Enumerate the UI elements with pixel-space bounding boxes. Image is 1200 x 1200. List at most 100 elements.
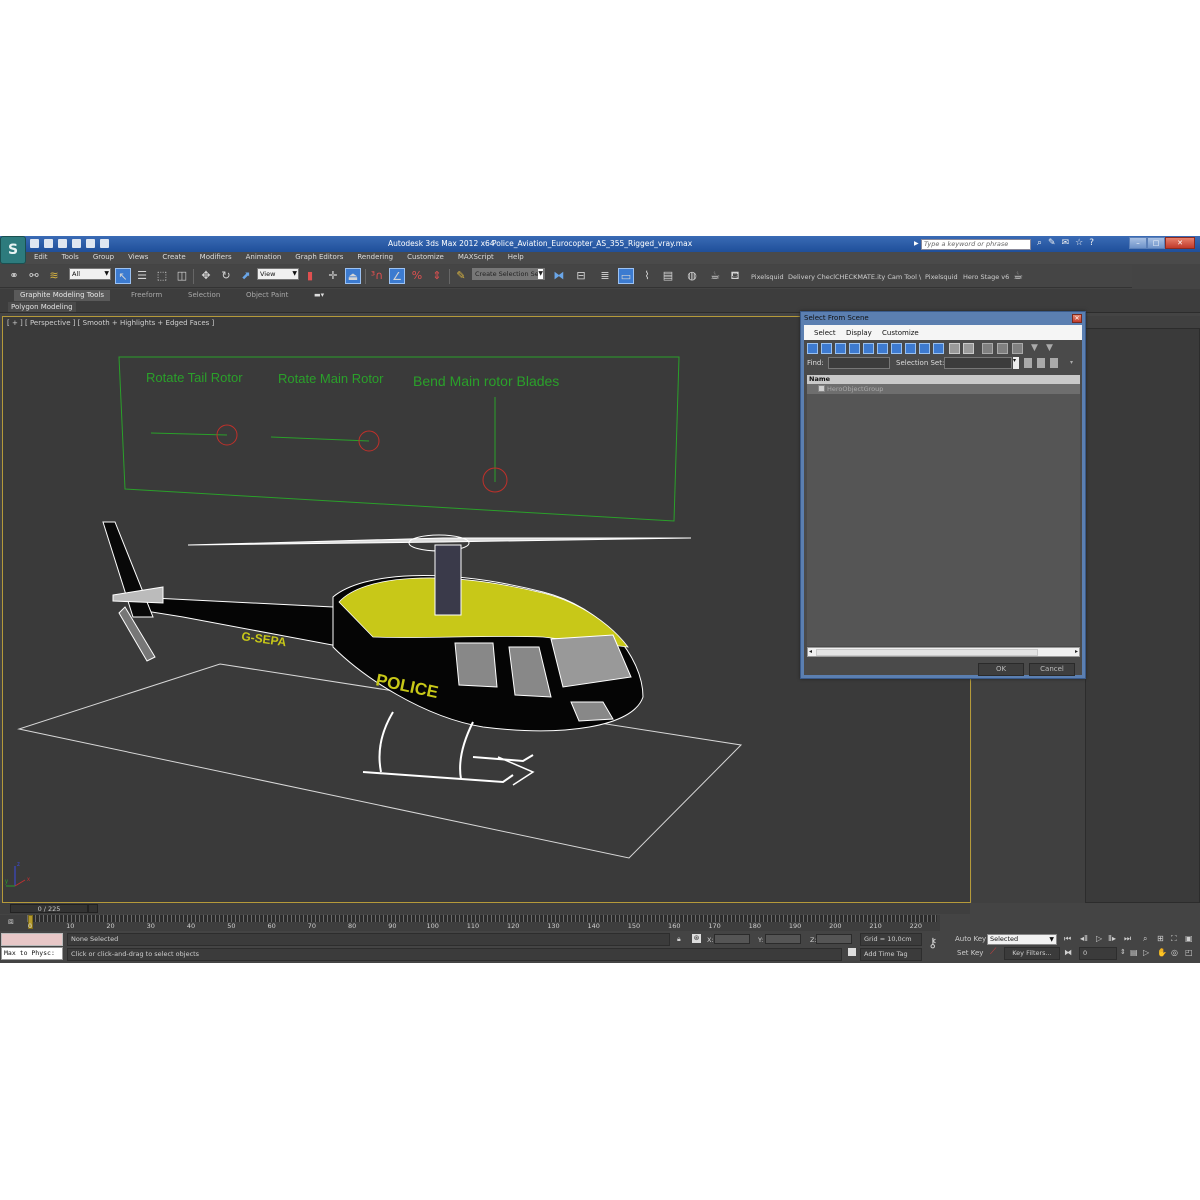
communication-icon[interactable]: ✉ (1062, 238, 1070, 248)
dialog-close-button[interactable]: ✕ (1072, 314, 1082, 323)
z-coordinate-field[interactable] (816, 934, 852, 944)
menu-graph-editors[interactable]: Graph Editors (295, 253, 343, 261)
time-tag-icon[interactable] (848, 948, 856, 956)
frame-spinner-icon[interactable]: ⇕ (1120, 948, 1126, 956)
reference-coordinate-dropdown[interactable]: View ▼ (257, 268, 299, 280)
selection-lock-icon[interactable]: 🔒︎ (677, 935, 681, 944)
dialog-menu-select[interactable]: Select (814, 329, 836, 337)
app-menu-button[interactable]: S (0, 236, 26, 264)
filter-helpers-icon[interactable] (863, 343, 874, 354)
mini-curve-editor-icon[interactable]: ⧈ (8, 917, 14, 927)
minimize-button[interactable]: – (1129, 237, 1147, 249)
binoculars-icon[interactable]: ⌕ (1037, 238, 1042, 248)
render-setup-icon[interactable]: ☕ (707, 268, 723, 284)
favorites-star-icon[interactable]: ☆ (1075, 238, 1083, 248)
scene-object-list[interactable]: HeroObjectGroup (807, 384, 1080, 646)
filter-shapes-icon[interactable] (821, 343, 832, 354)
teapot-icon[interactable]: ☕ (1010, 268, 1026, 284)
menu-create[interactable]: Create (162, 253, 185, 261)
advanced-filter-icon[interactable]: ▼ (1046, 343, 1057, 354)
keyboard-shortcut-override-icon[interactable]: ⏏ (345, 268, 361, 284)
horizontal-scrollbar[interactable]: ◂ ▸ (807, 647, 1080, 657)
panel-polygon-modeling[interactable]: Polygon Modeling (8, 302, 76, 312)
rectangular-selection-icon[interactable]: ⬚ (154, 268, 170, 284)
close-button[interactable]: ✕ (1165, 237, 1195, 249)
select-and-scale-icon[interactable]: ⬈ (238, 268, 254, 284)
play-icon[interactable]: ▷ (1096, 934, 1102, 943)
search-expand-icon[interactable]: ▶ (914, 240, 919, 247)
undo-icon[interactable] (72, 239, 81, 248)
menu-group[interactable]: Group (93, 253, 114, 261)
absolute-mode-icon[interactable]: ⊛ (692, 934, 701, 943)
x-coordinate-field[interactable] (714, 934, 750, 944)
filter-cameras-icon[interactable] (849, 343, 860, 354)
go-to-end-icon[interactable]: ⏭ (1124, 934, 1131, 944)
dialog-menu-customize[interactable]: Customize (882, 329, 919, 337)
schematic-view-icon[interactable]: ▤ (660, 268, 676, 284)
unlink-icon[interactable]: ⚯ (26, 268, 42, 284)
script-pixelsquid-2[interactable]: Pixelsquid (925, 273, 958, 281)
menu-rendering[interactable]: Rendering (357, 253, 393, 261)
selection-set-arrow-icon[interactable]: ▾ (1013, 357, 1019, 369)
named-selection-dropdown[interactable]: Create Selection Se ▼ (472, 268, 545, 280)
name-column-header[interactable]: Name (807, 375, 1080, 384)
project-folder-icon[interactable] (100, 239, 109, 248)
new-file-icon[interactable] (30, 239, 39, 248)
layer-manager-icon[interactable]: ≣ (597, 268, 613, 284)
go-to-start-icon[interactable]: ⏮ (1064, 934, 1071, 944)
script-delivery-check[interactable]: Delivery Checl (788, 273, 835, 281)
display-influences-icon[interactable] (963, 343, 974, 354)
auto-key-button[interactable]: Auto Key (955, 935, 986, 943)
menu-customize[interactable]: Customize (407, 253, 444, 261)
open-file-icon[interactable] (44, 239, 53, 248)
dialog-menu-display[interactable]: Display (846, 329, 872, 337)
selection-set-dropdown[interactable] (944, 357, 1012, 369)
filter-icon[interactable]: ▼ (1031, 343, 1042, 354)
tab-object-paint[interactable]: Object Paint (240, 290, 294, 301)
cancel-button[interactable]: Cancel (1029, 663, 1075, 676)
select-object-icon[interactable]: ↖ (115, 268, 131, 284)
key-mode-toggle-icon[interactable]: ⧓ (1064, 948, 1072, 957)
script-pixelsquid-1[interactable]: Pixelsquid (751, 273, 784, 281)
key-filters-button[interactable]: Key Filters... (1004, 947, 1060, 960)
menu-help[interactable]: Help (508, 253, 524, 261)
maximize-viewport-icon[interactable]: ◰ (1185, 948, 1193, 957)
key-mode-dropdown[interactable]: Selected ▼ (987, 934, 1057, 945)
ribbon-options-icon[interactable]: ▬▾ (308, 290, 330, 301)
save-icon[interactable] (58, 239, 67, 248)
curve-editor-icon[interactable]: ⌇ (639, 268, 655, 284)
add-to-selection-set-icon[interactable] (1037, 358, 1045, 368)
remove-from-selection-set-icon[interactable] (1050, 358, 1058, 368)
script-quality-cam-tool[interactable]: .ity Cam Tool \ (875, 273, 921, 281)
zoom-extents-icon[interactable]: ⛶ (1171, 934, 1177, 944)
maxscript-mini-listener-top[interactable] (1, 933, 63, 946)
next-frame-icon[interactable]: Ⅱ▸ (1108, 934, 1116, 943)
mirror-icon[interactable]: ⧓ (551, 268, 567, 284)
select-by-name-icon[interactable]: ☰ (134, 268, 150, 284)
menu-edit[interactable]: Edit (34, 253, 48, 261)
scroll-left-icon[interactable]: ◂ (809, 648, 812, 655)
snaps-toggle-icon[interactable]: ³∩ (369, 268, 385, 284)
track-bar[interactable]: ⧈ 0 10 20 30 40 50 60 70 80 90 100 110 120 130 140 150 1… (0, 915, 940, 931)
filter-space-warps-icon[interactable] (877, 343, 888, 354)
zoom-icon[interactable]: ⌕ (1143, 934, 1147, 944)
filter-groups-icon[interactable] (891, 343, 902, 354)
pan-view-icon[interactable]: ✋ (1157, 948, 1167, 957)
spinner-snap-icon[interactable]: ⇕ (429, 268, 445, 284)
script-checkmate[interactable]: CHECKMATE (835, 273, 875, 281)
scroll-right-icon[interactable]: ▸ (1075, 648, 1078, 655)
tab-graphite-modeling-tools[interactable]: Graphite Modeling Tools (14, 290, 111, 301)
menu-modifiers[interactable]: Modifiers (200, 253, 232, 261)
material-editor-icon[interactable]: ◍ (684, 268, 700, 284)
time-configuration-icon[interactable]: ▤ (1130, 948, 1138, 957)
window-crossing-icon[interactable]: ◫ (174, 268, 190, 284)
create-selection-set-icon[interactable] (1024, 358, 1032, 368)
edit-named-selection-icon[interactable]: ✎ (453, 268, 469, 284)
time-slider-next-button[interactable] (88, 904, 98, 913)
selection-filter-dropdown[interactable]: All ▼ (69, 268, 111, 280)
bind-space-warp-icon[interactable]: ≋ (46, 268, 62, 284)
set-keys-key-icon[interactable]: ⚷ (928, 936, 938, 951)
scrollbar-thumb[interactable] (816, 649, 1038, 656)
redo-icon[interactable] (86, 239, 95, 248)
scene-explorer-icon[interactable]: ▭ (618, 268, 634, 284)
